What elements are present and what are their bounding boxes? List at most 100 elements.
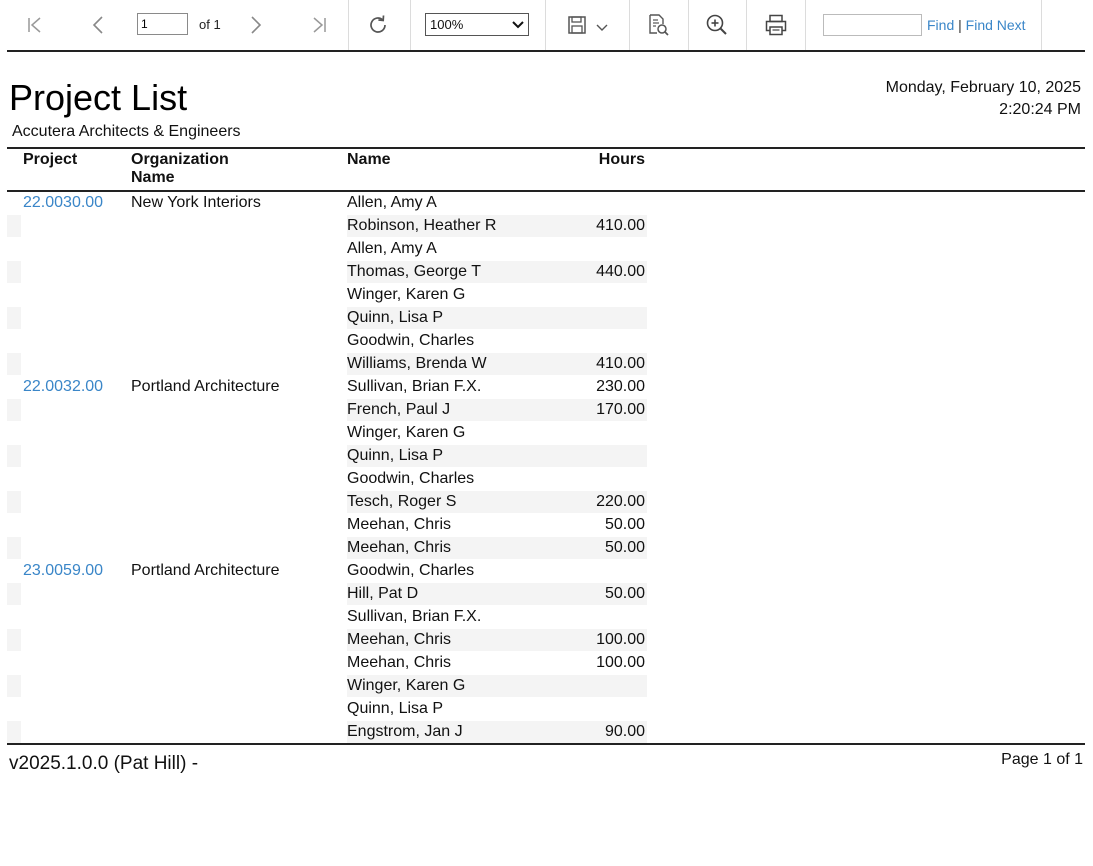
row-stub bbox=[7, 215, 21, 237]
navigation-group: of 1 bbox=[7, 0, 349, 50]
export-group bbox=[545, 0, 630, 50]
find-input[interactable] bbox=[823, 14, 922, 36]
row-stub bbox=[7, 537, 21, 559]
row-stub bbox=[7, 445, 21, 467]
name-cell: Williams, Brenda W bbox=[347, 355, 487, 372]
organization-cell: Portland Architecture bbox=[131, 378, 280, 395]
row-stub bbox=[7, 399, 21, 421]
table-row: Robinson, Heather R 410.00 bbox=[7, 214, 647, 237]
last-page-icon[interactable] bbox=[305, 11, 333, 39]
row-stub bbox=[7, 675, 21, 697]
report-toolbar: of 1 100% bbox=[7, 0, 1085, 52]
report-time: 2:20:24 PM bbox=[999, 101, 1081, 118]
name-cell: Engstrom, Jan J bbox=[347, 723, 463, 740]
name-cell: Thomas, George T bbox=[347, 263, 481, 280]
print-group bbox=[746, 0, 806, 50]
hours-cell: 440.00 bbox=[596, 263, 645, 280]
name-cell: Meehan, Chris bbox=[347, 516, 452, 533]
row-stub bbox=[7, 192, 21, 214]
table-row: Quinn, Lisa P bbox=[7, 697, 647, 720]
next-page-icon[interactable] bbox=[242, 11, 270, 39]
zoom-select[interactable]: 100% bbox=[425, 13, 529, 36]
row-stub bbox=[7, 698, 21, 720]
table-row: 22.0032.00 Portland Architecture Sullivan,… bbox=[7, 375, 647, 398]
table-row: Allen, Amy A bbox=[7, 237, 647, 260]
name-cell: Goodwin, Charles bbox=[347, 332, 475, 349]
row-stub bbox=[7, 468, 21, 490]
table-row: Engstrom, Jan J 90.00 bbox=[7, 720, 647, 743]
row-stub bbox=[7, 376, 21, 398]
report-date: Monday, February 10, 2025 bbox=[885, 79, 1081, 96]
table-row: Goodwin, Charles bbox=[7, 467, 647, 490]
find-link[interactable]: Find bbox=[927, 17, 954, 33]
name-cell: Allen, Amy A bbox=[347, 194, 437, 211]
find-in-document-icon[interactable] bbox=[644, 11, 672, 39]
name-cell: Quinn, Lisa P bbox=[347, 447, 444, 464]
name-cell: Meehan, Chris bbox=[347, 539, 452, 556]
row-stub bbox=[7, 629, 21, 651]
table-row: French, Paul J 170.00 bbox=[7, 398, 647, 421]
chevron-down-icon bbox=[512, 17, 524, 32]
zoom-in-icon[interactable] bbox=[703, 11, 731, 39]
project-link[interactable]: 22.0032.00 bbox=[23, 378, 103, 396]
table-row: Quinn, Lisa P bbox=[7, 306, 647, 329]
row-stub bbox=[7, 353, 21, 375]
find-links: Find | Find Next bbox=[927, 17, 1026, 33]
row-stub bbox=[7, 422, 21, 444]
row-stub bbox=[7, 284, 21, 306]
column-header-organization-line1: Organization bbox=[131, 151, 229, 168]
row-stub bbox=[7, 261, 21, 283]
row-stub bbox=[7, 514, 21, 536]
table-row: 22.0030.00 New York Interiors Allen, Amy A bbox=[7, 191, 647, 214]
organization-cell: New York Interiors bbox=[131, 194, 261, 211]
zoom-value: 100% bbox=[430, 17, 464, 32]
project-link[interactable]: 22.0030.00 bbox=[23, 194, 103, 212]
name-cell: Goodwin, Charles bbox=[347, 470, 475, 487]
table-row: Goodwin, Charles bbox=[7, 329, 647, 352]
table-row: Williams, Brenda W 410.00 bbox=[7, 352, 647, 375]
column-header-hours: Hours bbox=[598, 151, 645, 168]
table-row: Meehan, Chris 50.00 bbox=[7, 536, 647, 559]
table-row: Winger, Karen G bbox=[7, 283, 647, 306]
row-stub bbox=[7, 560, 21, 582]
print-icon[interactable] bbox=[762, 11, 790, 39]
page-number-input[interactable] bbox=[137, 13, 188, 35]
name-cell: Sullivan, Brian F.X. bbox=[347, 378, 482, 395]
name-cell: Goodwin, Charles bbox=[347, 562, 475, 579]
name-cell: Robinson, Heather R bbox=[347, 217, 497, 234]
first-page-icon[interactable] bbox=[21, 11, 49, 39]
save-icon[interactable] bbox=[563, 11, 591, 39]
find-document-group bbox=[629, 0, 689, 50]
export-chevron-down-icon[interactable] bbox=[588, 14, 616, 42]
hours-cell: 90.00 bbox=[604, 723, 645, 740]
table-row: Quinn, Lisa P bbox=[7, 444, 647, 467]
column-header-name: Name bbox=[347, 151, 391, 168]
hours-cell: 230.00 bbox=[596, 378, 645, 395]
column-header-project: Project bbox=[23, 151, 78, 168]
previous-page-icon[interactable] bbox=[84, 11, 112, 39]
row-stub bbox=[7, 652, 21, 674]
table-row: Winger, Karen G bbox=[7, 421, 647, 444]
row-stub bbox=[7, 606, 21, 628]
name-cell: Winger, Karen G bbox=[347, 286, 466, 303]
name-cell: Sullivan, Brian F.X. bbox=[347, 608, 482, 625]
column-header-organization: Organization Name bbox=[131, 151, 229, 187]
name-cell: Hill, Pat D bbox=[347, 585, 419, 602]
refresh-group bbox=[348, 0, 411, 50]
organization-cell: Portland Architecture bbox=[131, 562, 280, 579]
name-cell: Quinn, Lisa P bbox=[347, 700, 444, 717]
hours-cell: 100.00 bbox=[596, 654, 645, 671]
find-next-link[interactable]: Find Next bbox=[966, 17, 1026, 33]
footer-version: v2025.1.0.0 (Pat Hill) - bbox=[9, 753, 199, 774]
name-cell: Quinn, Lisa P bbox=[347, 309, 444, 326]
hours-cell: 100.00 bbox=[596, 631, 645, 648]
table-row: Meehan, Chris 50.00 bbox=[7, 513, 647, 536]
hours-cell: 220.00 bbox=[596, 493, 645, 510]
hours-cell: 50.00 bbox=[604, 516, 645, 533]
name-cell: Tesch, Roger S bbox=[347, 493, 457, 510]
refresh-icon[interactable] bbox=[364, 11, 392, 39]
project-link[interactable]: 23.0059.00 bbox=[23, 562, 103, 580]
header-top-rule bbox=[7, 147, 1085, 149]
report-organization: Accutera Architects & Engineers bbox=[12, 123, 241, 140]
table-row: Hill, Pat D 50.00 bbox=[7, 582, 647, 605]
